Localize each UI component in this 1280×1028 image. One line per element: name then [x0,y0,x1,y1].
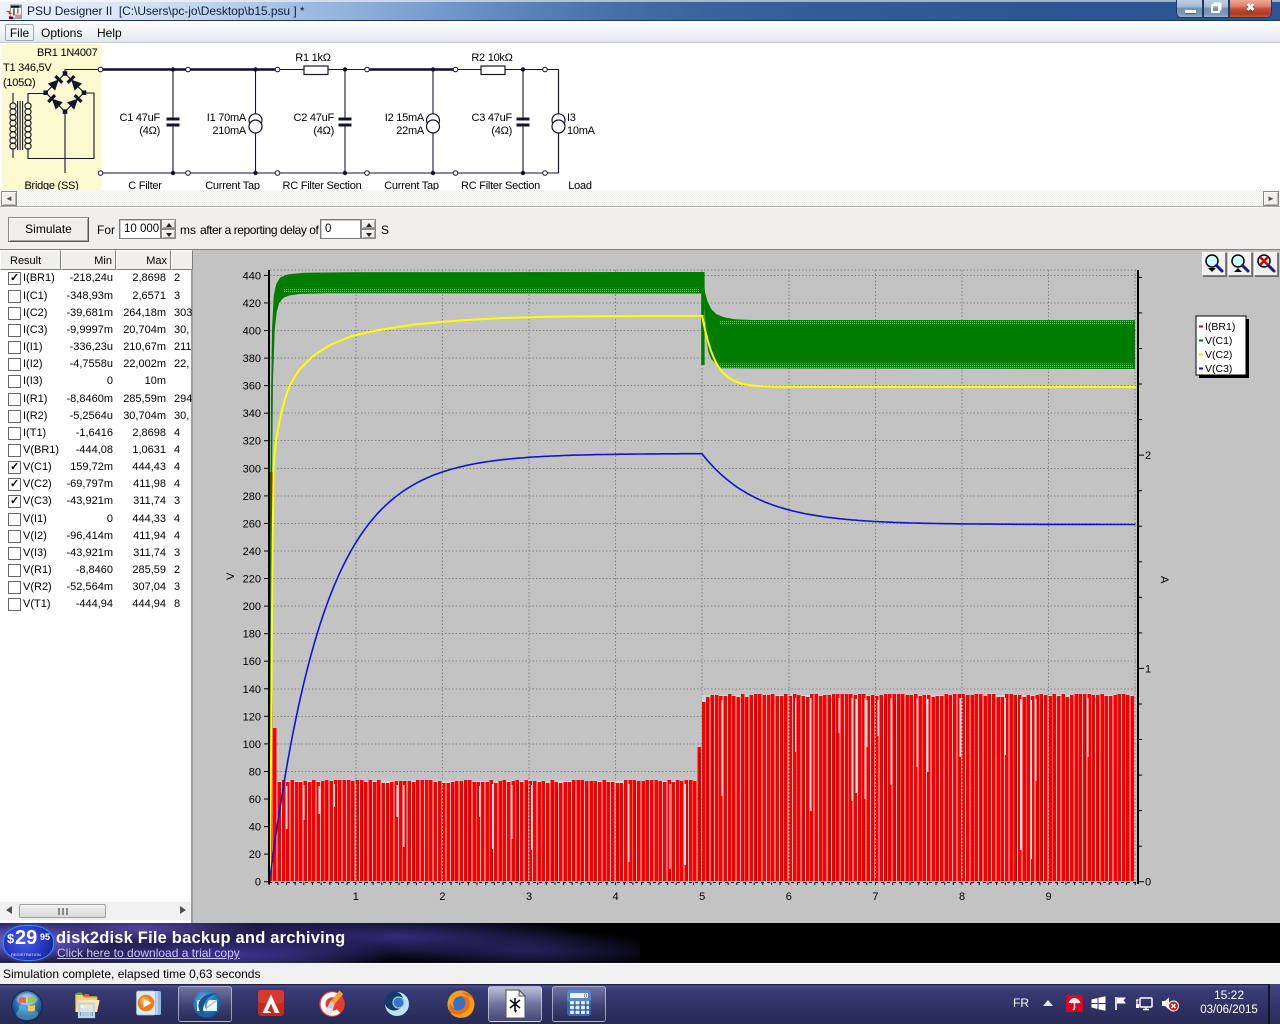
svg-text:C2 47uF: C2 47uF [294,112,335,124]
svg-text:180: 180 [243,629,261,641]
svg-text:(4Ω): (4Ω) [139,125,160,137]
svg-text:100: 100 [243,739,261,751]
svg-text:C3 47uF: C3 47uF [472,112,513,124]
svg-text:380: 380 [243,353,261,365]
svg-text:160: 160 [243,656,261,668]
svg-text:320: 320 [243,436,261,448]
svg-text:6: 6 [786,891,792,903]
svg-text:1: 1 [1145,663,1151,675]
svg-text:RC Filter Section: RC Filter Section [283,180,362,190]
svg-text:210mA: 210mA [212,125,247,137]
svg-text:A: A [1158,576,1170,584]
svg-text:R2 10kΩ: R2 10kΩ [471,52,512,64]
svg-text:4: 4 [613,891,619,903]
svg-text:T1 346,5V: T1 346,5V [3,62,52,74]
svg-text:340: 340 [243,408,261,420]
svg-text:240: 240 [243,546,261,558]
svg-text:C1 47uF: C1 47uF [120,112,161,124]
svg-text:I2 15mA: I2 15mA [385,112,425,124]
svg-text:V: V [225,572,237,580]
svg-text:I1 70mA: I1 70mA [207,112,247,124]
svg-text:440: 440 [243,270,261,282]
svg-text:400: 400 [243,326,261,338]
svg-text:Load: Load [568,180,592,190]
svg-text:C Filter: C Filter [128,180,162,190]
svg-text:200: 200 [243,601,261,613]
svg-text:120: 120 [243,711,261,723]
svg-text:10mA: 10mA [567,125,596,137]
svg-text:360: 360 [243,381,261,393]
svg-text:I3: I3 [567,112,576,124]
svg-text:RC Filter Section: RC Filter Section [461,180,540,190]
svg-text:V(C1): V(C1) [1205,335,1232,347]
svg-text:(4Ω): (4Ω) [313,125,334,137]
svg-text:R1 1kΩ: R1 1kΩ [295,52,330,64]
svg-text:220: 220 [243,574,261,586]
svg-text:0: 0 [255,877,261,889]
svg-text:420: 420 [243,298,261,310]
svg-text:2: 2 [439,891,445,903]
svg-text:260: 260 [243,518,261,530]
svg-text:(105Ω): (105Ω) [3,77,35,89]
svg-text:3: 3 [526,891,532,903]
svg-text:(4Ω): (4Ω) [491,125,512,137]
svg-text:22mA: 22mA [396,125,425,137]
svg-text:V(C2): V(C2) [1205,349,1232,361]
svg-text:300: 300 [243,463,261,475]
svg-text:5: 5 [699,891,705,903]
svg-text:Current Tap: Current Tap [205,180,260,190]
svg-text:Current Tap: Current Tap [384,180,439,190]
svg-text:0: 0 [1145,877,1151,889]
svg-text:20: 20 [249,849,261,861]
svg-text:2: 2 [1145,450,1151,462]
svg-text:80: 80 [249,767,261,779]
svg-text:BR1 1N4007: BR1 1N4007 [37,47,98,59]
svg-text:60: 60 [249,794,261,806]
svg-text:140: 140 [243,684,261,696]
svg-text:0: 0 [584,994,587,1000]
svg-text:7: 7 [872,891,878,903]
svg-text:1: 1 [353,891,359,903]
svg-text:280: 280 [243,491,261,503]
svg-text:40: 40 [249,822,261,834]
svg-text:V(C3): V(C3) [1205,363,1232,375]
svg-text:I(BR1): I(BR1) [1205,321,1235,333]
svg-text:Bridge (SS): Bridge (SS) [24,180,78,190]
svg-text:8: 8 [959,891,965,903]
svg-text:9: 9 [1046,891,1052,903]
